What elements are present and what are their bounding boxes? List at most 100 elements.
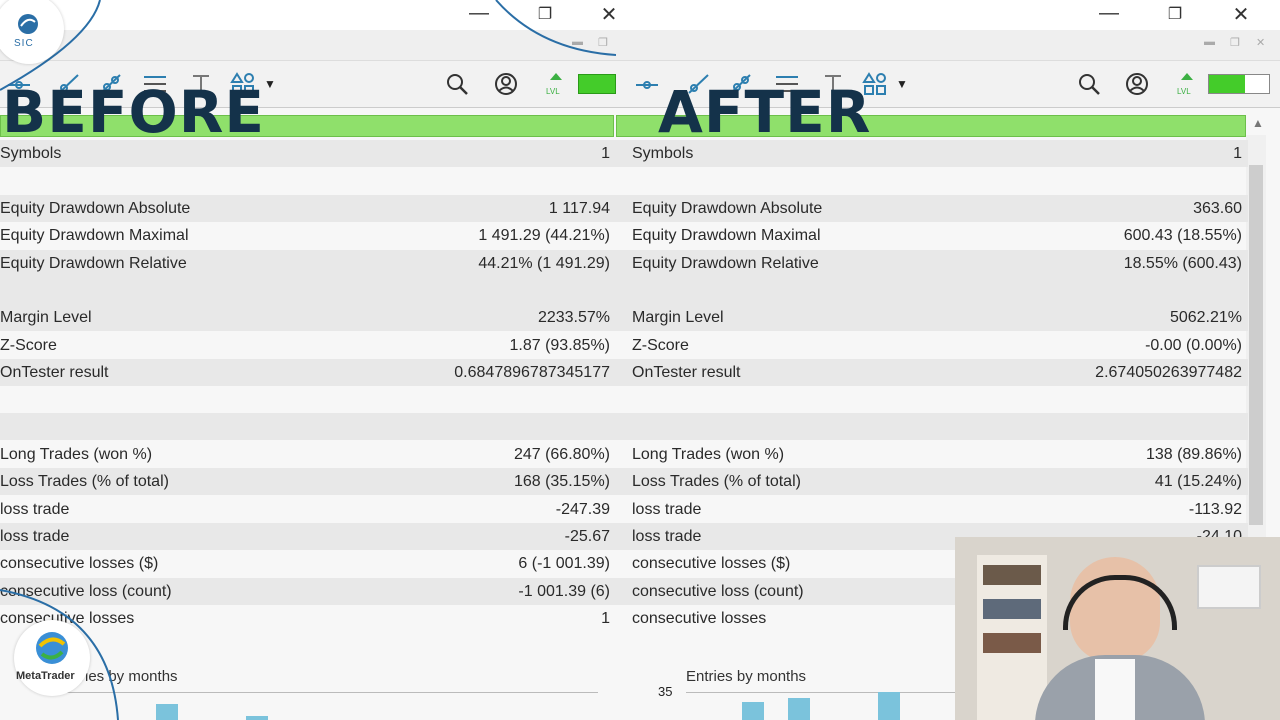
- stat-label: OnTester result: [0, 364, 109, 381]
- empty-row: [616, 167, 1248, 194]
- minimize-icon[interactable]: —: [1096, 2, 1122, 25]
- stat-label: Equity Drawdown Maximal: [632, 227, 821, 244]
- chart-bar: [878, 692, 900, 720]
- stat-value: 0.6847896787345177: [454, 364, 610, 381]
- stat-row: Equity Drawdown Maximal 1 491.29 (44.21%): [0, 222, 616, 249]
- stat-label: loss trade: [0, 528, 70, 545]
- chart-bar: [156, 704, 178, 720]
- signal-strength-bar: [578, 74, 616, 94]
- stat-value: 247 (66.80%): [513, 446, 610, 463]
- stat-row: Equity Drawdown Maximal 600.43 (18.55%): [616, 222, 1248, 249]
- stat-row: consecutive losses 1: [0, 605, 616, 632]
- dropdown-arrow-icon[interactable]: ▼: [896, 77, 908, 91]
- chart-bar: [788, 698, 810, 720]
- stat-value: -1 001.39 (6): [518, 583, 610, 600]
- stat-value: 168 (35.15%): [513, 473, 610, 490]
- person-shirt: [1095, 659, 1135, 720]
- account-icon[interactable]: [493, 71, 519, 97]
- stat-label: Margin Level: [632, 309, 724, 326]
- stat-label: consecutive losses: [632, 610, 767, 627]
- mdi-minimize-icon[interactable]: ▬: [572, 36, 583, 48]
- metatrader-logo: MetaTrader: [14, 620, 90, 696]
- scrollbar-thumb[interactable]: [1249, 165, 1263, 525]
- globe-icon: [18, 14, 38, 34]
- minimize-icon[interactable]: —: [466, 2, 492, 25]
- close-icon[interactable]: ✕: [596, 2, 616, 27]
- stat-row: Equity Drawdown Absolute 1 117.94: [0, 195, 616, 222]
- restore-icon[interactable]: ❐: [532, 4, 558, 24]
- webcam-video: [955, 537, 1280, 720]
- search-icon[interactable]: [1076, 71, 1102, 97]
- stat-label: Equity Drawdown Absolute: [0, 200, 191, 217]
- stat-label: consecutive loss (count): [632, 583, 804, 600]
- mdi-restore-icon[interactable]: ❐: [598, 36, 608, 49]
- dropdown-arrow-icon[interactable]: ▼: [264, 77, 276, 91]
- stat-row: Loss Trades (% of total) 41 (15.24%): [616, 468, 1248, 495]
- empty-row: [0, 632, 616, 659]
- stat-label: consecutive losses ($): [0, 555, 159, 572]
- stat-value: 600.43 (18.55%): [1123, 227, 1242, 244]
- restore-icon[interactable]: ❐: [1162, 4, 1188, 24]
- stat-label: Long Trades (won %): [632, 446, 785, 463]
- stat-row: consecutive losses ($) 6 (-1 001.39): [0, 550, 616, 577]
- stat-label: OnTester result: [632, 364, 741, 381]
- mdi-restore-icon[interactable]: ❐: [1230, 36, 1240, 49]
- empty-row: [0, 277, 616, 304]
- stat-value: 1: [601, 610, 610, 627]
- stat-row: consecutive loss (count) -1 001.39 (6): [0, 578, 616, 605]
- stat-row: Equity Drawdown Relative 18.55% (600.43): [616, 250, 1248, 277]
- after-label: AFTER: [658, 78, 872, 146]
- stat-value: 1.87 (93.85%): [509, 337, 610, 354]
- stat-value: 363.60: [1193, 200, 1242, 217]
- empty-row: [616, 386, 1248, 413]
- chart-axis: [58, 692, 598, 693]
- stat-row: Margin Level 5062.21%: [616, 304, 1248, 331]
- stat-value: 1 491.29 (44.21%): [478, 227, 610, 244]
- empty-row: [0, 167, 616, 194]
- stat-row: Margin Level 2233.57%: [0, 304, 616, 331]
- stat-row: loss trade -113.92: [616, 496, 1248, 523]
- stat-label: Z-Score: [632, 337, 689, 354]
- scroll-up-icon[interactable]: ▲: [1252, 116, 1264, 130]
- signal-strength-fill: [1209, 75, 1245, 93]
- level-icon[interactable]: LVL: [1174, 71, 1200, 97]
- stat-label: Equity Drawdown Relative: [632, 255, 819, 272]
- horizontal-line-icon[interactable]: [634, 71, 660, 97]
- stat-row: Equity Drawdown Absolute 363.60: [616, 195, 1248, 222]
- bookshelf-row: [983, 599, 1041, 619]
- stat-value: -25.67: [564, 528, 610, 545]
- chart-axis-tick: 35: [658, 684, 673, 699]
- close-icon[interactable]: ✕: [1228, 2, 1254, 27]
- vertical-scrollbar[interactable]: [1246, 135, 1266, 555]
- stat-row: OnTester result 0.6847896787345177: [0, 359, 616, 386]
- stat-label: consecutive loss (count): [0, 583, 172, 600]
- stat-label: loss trade: [632, 501, 702, 518]
- stat-value: -0.00 (0.00%): [1145, 337, 1242, 354]
- mdi-minimize-icon[interactable]: ▬: [1204, 36, 1215, 48]
- svg-text:LVL: LVL: [1177, 87, 1191, 96]
- chart-bar: [742, 702, 764, 720]
- stat-label: Loss Trades (% of total): [632, 473, 801, 490]
- search-icon[interactable]: [444, 71, 470, 97]
- stat-row: Loss Trades (% of total) 168 (35.15%): [0, 468, 616, 495]
- stat-value: 41 (15.24%): [1154, 473, 1242, 490]
- before-label: BEFORE: [2, 78, 266, 146]
- window-titlebar: — ❐ ✕: [0, 0, 616, 30]
- stat-value: -247.39: [555, 501, 610, 518]
- window: [1197, 565, 1261, 609]
- level-icon[interactable]: LVL: [543, 71, 569, 97]
- account-icon[interactable]: [1124, 71, 1150, 97]
- stat-value: 1 117.94: [548, 200, 610, 217]
- stat-value: 1: [1233, 145, 1242, 162]
- stat-label: loss trade: [632, 528, 702, 545]
- mdi-close-icon[interactable]: ✕: [1256, 36, 1265, 49]
- stat-value: 138 (89.86%): [1145, 446, 1242, 463]
- mdi-bar: [0, 30, 616, 60]
- stat-label: Equity Drawdown Relative: [0, 255, 187, 272]
- stat-label: Equity Drawdown Absolute: [632, 200, 823, 217]
- stat-row: Long Trades (won %) 247 (66.80%): [0, 441, 616, 468]
- stat-value: -113.92: [1188, 501, 1242, 518]
- stat-value: 2233.57%: [537, 309, 610, 326]
- empty-row: [616, 413, 1248, 440]
- stat-value: 18.55% (600.43): [1123, 255, 1242, 272]
